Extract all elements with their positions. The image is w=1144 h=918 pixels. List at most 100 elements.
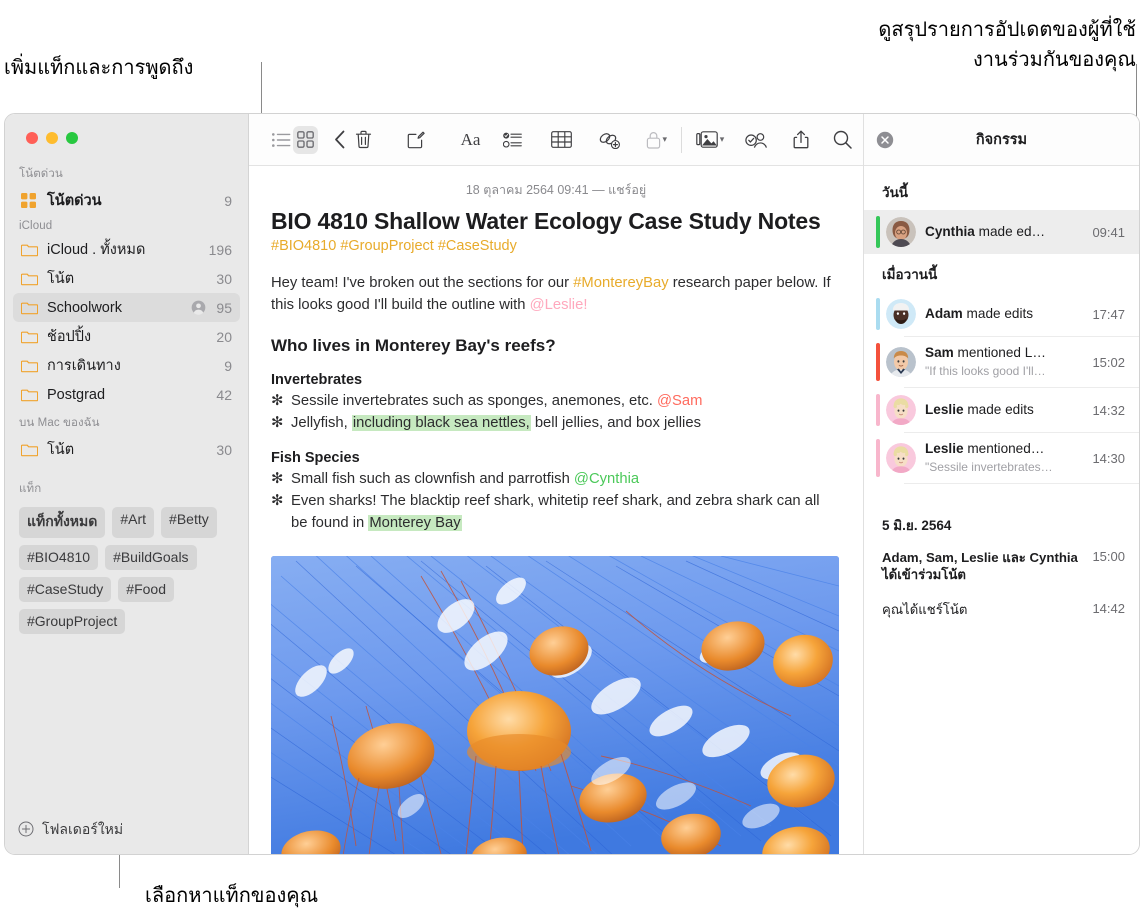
sidebar-item-notes-local[interactable]: โน้ต 30 [13, 435, 240, 464]
sidebar-item-count: 9 [224, 357, 232, 374]
activity-item-action: mentioned… [963, 441, 1045, 456]
tag-betty[interactable]: #Betty [161, 507, 217, 538]
close-button[interactable] [26, 132, 38, 144]
activity-item-action: mentioned L… [953, 345, 1046, 360]
new-folder-button[interactable]: โฟลเดอร์ใหม่ [5, 806, 248, 854]
bullet-list-invertebrates: ✻ Sessile invertebrates such as sponges,… [271, 390, 841, 434]
sidebar-item-notes-icloud[interactable]: โน้ต 30 [13, 264, 240, 293]
tag-bio4810[interactable]: #BIO4810 [19, 545, 99, 570]
sidebar-item-label: โน้ต [47, 442, 75, 458]
annotation-top-left: เพิ่มแท็กและการพูดถึง [4, 55, 194, 79]
sidebar-scroll[interactable]: โน้ตด่วน โน้ตด่วน 9 iCloud iCloud . ทั้ง… [5, 160, 248, 806]
activity-color-bar [876, 298, 880, 330]
new-folder-label: โฟลเดอร์ใหม่ [42, 821, 124, 837]
minimize-button[interactable] [46, 132, 58, 144]
gallery-view-icon[interactable] [293, 125, 318, 154]
compose-icon[interactable] [404, 126, 428, 154]
sidebar-item-quicknote[interactable]: โน้ตด่วน 9 [13, 186, 240, 215]
share-icon[interactable] [789, 126, 813, 154]
note-pane: Aa ▾ ▾ 18 ตุลาคม 2564 09:41 — แชร์อยู่ B… [249, 114, 863, 854]
bullet-mention[interactable]: @Cynthia [574, 471, 639, 487]
activity-color-bar [876, 343, 880, 381]
activity-color-bar [876, 216, 880, 248]
folder-icon [21, 272, 41, 286]
sidebar-item-label: Postgrad [47, 386, 106, 403]
activity-item-line1: Leslie mentioned… [925, 441, 1044, 456]
window-controls [26, 132, 78, 144]
tag-groupproject[interactable]: #GroupProject [19, 609, 126, 634]
sidebar-item-travel[interactable]: การเดินทาง 9 [13, 351, 240, 380]
sidebar-item-icloud-all[interactable]: iCloud . ทั้งหมด 196 [13, 235, 240, 264]
trash-icon[interactable] [352, 126, 376, 154]
activity-item-adam[interactable]: Adam made edits 17:47 [864, 292, 1139, 336]
tag-buildgoals[interactable]: #BuildGoals [105, 545, 197, 570]
intro-mention[interactable]: @Leslie! [530, 297, 588, 313]
sidebar-item-count: 95 [216, 299, 232, 316]
jellyfish-photo[interactable] [271, 556, 839, 854]
sidebar-item-label: โน้ต [47, 271, 75, 287]
folder-icon [21, 330, 41, 344]
activity-item-line1: Sam mentioned L… [925, 345, 1046, 360]
sidebar-item-count: 30 [216, 441, 232, 458]
lock-icon[interactable]: ▾ [646, 126, 667, 154]
bullet-highlight: Monterey Bay [368, 515, 462, 531]
chevron-down-icon: ▾ [719, 134, 725, 144]
media-icon[interactable]: ▾ [695, 126, 725, 154]
activity-item-name: Leslie [925, 441, 964, 456]
activity-item-leslie-mentioned[interactable]: Leslie mentioned… "Sessile invertebrates… [864, 433, 1139, 483]
list-view-icon[interactable] [269, 126, 293, 154]
format-aa-icon[interactable]: Aa [456, 126, 485, 154]
activity-color-bar [876, 394, 880, 426]
folder-icon [21, 243, 41, 257]
activity-item-text: Cynthia made ed… [916, 223, 1086, 241]
activity-item-time: 15:02 [1092, 354, 1125, 370]
adam-avatar [886, 299, 916, 329]
sidebar-item-schoolwork[interactable]: Schoolwork 95 [13, 293, 240, 322]
list-item: ✻ Even sharks! The blacktip reef shark, … [271, 490, 841, 534]
sidebar-item-label: การเดินทาง [47, 358, 121, 374]
activity-item-quote: "Sessile invertebrates… [925, 460, 1053, 474]
tag-food[interactable]: #Food [118, 577, 174, 602]
bullet-star-icon: ✻ [271, 471, 284, 487]
list-item: ✻ Sessile invertebrates such as sponges,… [271, 390, 841, 412]
maximize-button[interactable] [66, 132, 78, 144]
collaborate-icon[interactable] [744, 126, 768, 154]
activity-item-name: Leslie [925, 402, 964, 417]
bullet-highlight: including black sea nettles, [351, 415, 531, 431]
activity-item-sam[interactable]: Sam mentioned L… "If this looks good I'l… [864, 337, 1139, 387]
sidebar-item-shopping[interactable]: ช้อปปิ้ง 20 [13, 322, 240, 351]
activity-item-leslie-edits[interactable]: Leslie made edits 14:32 [864, 388, 1139, 432]
sidebar: โน้ตด่วน โน้ตด่วน 9 iCloud iCloud . ทั้ง… [5, 114, 249, 854]
activity-title: กิจกรรม [975, 132, 1028, 148]
annotation-top-right: ดูสรุปรายการอัปเดตของผู้ที่ใช้ งานร่วมกั… [878, 17, 1136, 71]
tag-all[interactable]: แท็กทั้งหมด [19, 507, 106, 538]
activity-item-cynthia[interactable]: Cynthia made ed… 09:41 [864, 210, 1139, 254]
toolbar-divider [681, 126, 682, 153]
sidebar-item-postgrad[interactable]: Postgrad 42 [13, 380, 240, 409]
screenshot-root: เพิ่มแท็กและการพูดถึง ดูสรุปรายการอัปเดต… [0, 0, 1144, 918]
activity-item-text: Adam made edits [916, 305, 1086, 323]
search-icon[interactable] [831, 126, 855, 154]
shared-person-icon [191, 300, 206, 315]
activity-panel: กิจกรรม วันนี้ Cynthia made ed… 09:41 เม… [863, 114, 1139, 854]
bullet-mention[interactable]: @Sam [657, 393, 702, 409]
note-tag-line[interactable]: #BIO4810 #GroupProject #CaseStudy [271, 238, 841, 254]
note-subheading-invertebrates: Invertebrates [271, 372, 363, 388]
back-chevron-icon[interactable] [328, 126, 352, 154]
note-content[interactable]: 18 ตุลาคม 2564 09:41 — แชร์อยู่ BIO 4810… [249, 166, 863, 854]
activity-item-text: Leslie mentioned… "Sessile invertebrates… [916, 440, 1086, 476]
cynthia-avatar [886, 217, 916, 247]
bullet-star-icon: ✻ [271, 393, 284, 409]
sidebar-section-title-quicknote: โน้ตด่วน [19, 168, 63, 180]
activity-list[interactable]: วันนี้ Cynthia made ed… 09:41 เมื่อวานนี… [864, 166, 1139, 854]
link-add-icon[interactable] [597, 126, 621, 154]
tag-casestudy[interactable]: #CaseStudy [19, 577, 112, 602]
table-icon[interactable] [549, 126, 573, 154]
activity-plain-row-joined: Adam, Sam, Leslie และ Cynthia ได้เข้าร่ว… [864, 543, 1139, 589]
checklist-icon[interactable] [501, 126, 525, 154]
folder-icon [21, 388, 41, 402]
tag-art[interactable]: #Art [112, 507, 155, 538]
intro-tag[interactable]: #MontereyBay [573, 275, 668, 291]
activity-item-text: Leslie made edits [916, 401, 1086, 419]
leslie-avatar [886, 395, 916, 425]
